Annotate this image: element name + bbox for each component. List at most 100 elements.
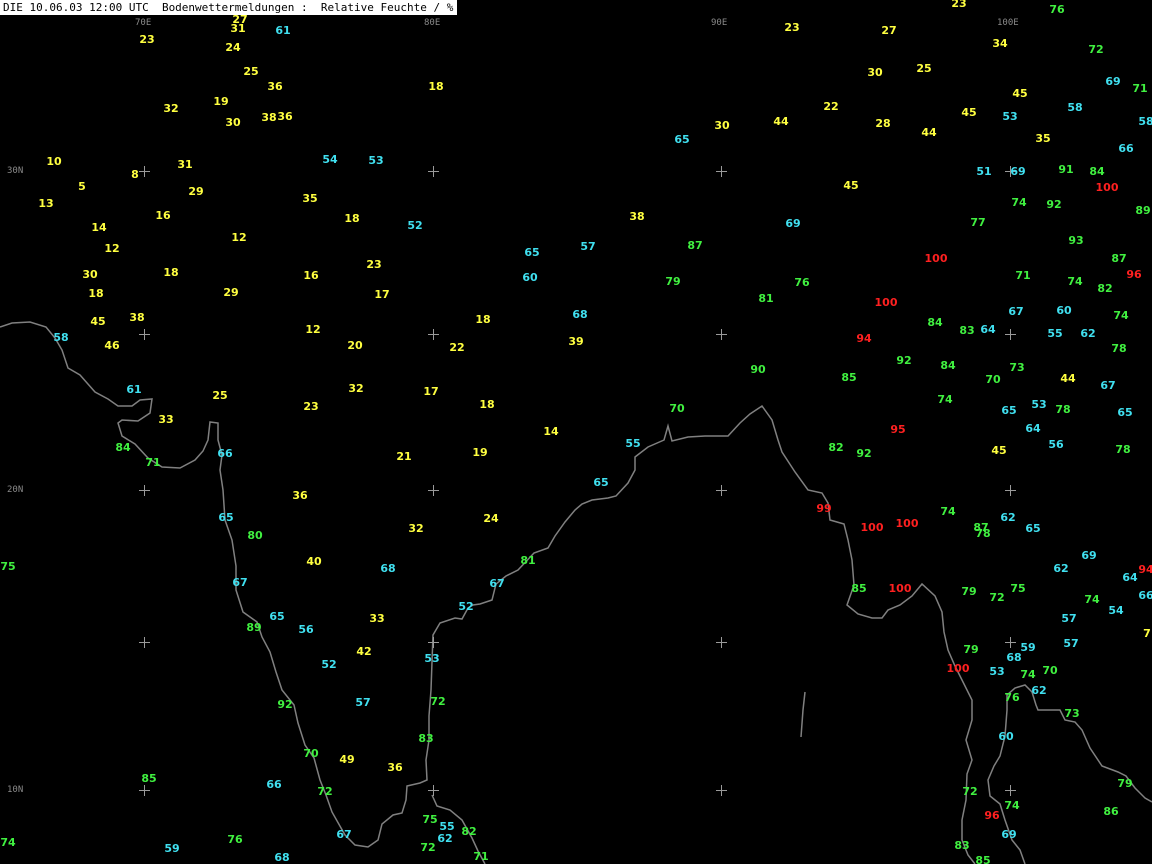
station-humidity-value: 71 — [473, 850, 489, 863]
longitude-label: 80E — [424, 18, 441, 28]
station-humidity-value: 87 — [1111, 252, 1127, 265]
station-humidity-value: 21 — [396, 450, 412, 463]
station-humidity-value: 89 — [1135, 204, 1151, 217]
station-humidity-value: 67 — [1100, 379, 1116, 392]
station-humidity-value: 74 — [1113, 309, 1129, 322]
station-humidity-value: 14 — [543, 425, 559, 438]
station-humidity-value: 18 — [475, 313, 491, 326]
station-humidity-value: 81 — [758, 292, 774, 305]
station-humidity-value: 78 — [1111, 342, 1127, 355]
station-humidity-value: 62 — [1000, 511, 1016, 524]
station-humidity-value: 8 — [131, 168, 139, 181]
station-humidity-value: 100 — [860, 521, 884, 534]
station-humidity-value: 75 — [0, 560, 16, 573]
station-humidity-value: 28 — [875, 117, 891, 130]
station-humidity-value: 68 — [274, 851, 290, 864]
station-humidity-value: 99 — [816, 502, 832, 515]
station-humidity-value: 96 — [984, 809, 1000, 822]
station-humidity-value: 84 — [1089, 165, 1105, 178]
station-humidity-value: 18 — [88, 287, 104, 300]
station-humidity-value: 81 — [520, 554, 536, 567]
station-humidity-value: 85 — [141, 772, 157, 785]
station-humidity-value: 72 — [430, 695, 446, 708]
grid-cross — [716, 637, 727, 648]
station-humidity-value: 29 — [188, 185, 204, 198]
station-humidity-value: 61 — [126, 383, 142, 396]
station-humidity-value: 73 — [1009, 361, 1025, 374]
station-humidity-value: 71 — [1132, 82, 1148, 95]
latitude-label: 10N — [7, 785, 24, 795]
station-humidity-value: 83 — [954, 839, 970, 852]
station-humidity-value: 79 — [665, 275, 681, 288]
station-humidity-value: 30 — [714, 119, 730, 132]
station-humidity-value: 36 — [387, 761, 403, 774]
station-humidity-value: 18 — [428, 80, 444, 93]
station-humidity-value: 25 — [243, 65, 259, 78]
station-humidity-value: 13 — [38, 197, 54, 210]
station-humidity-value: 12 — [305, 323, 321, 336]
station-humidity-value: 92 — [856, 447, 872, 460]
station-humidity-value: 65 — [593, 476, 609, 489]
station-humidity-value: 90 — [750, 363, 766, 376]
station-humidity-value: 10 — [46, 155, 62, 168]
station-humidity-value: 70 — [303, 747, 319, 760]
longitude-label: 100E — [997, 18, 1019, 28]
longitude-label: 70E — [135, 18, 152, 28]
station-humidity-value: 30 — [82, 268, 98, 281]
station-humidity-value: 58 — [53, 331, 69, 344]
station-humidity-value: 75 — [1010, 582, 1026, 595]
station-humidity-value: 89 — [246, 621, 262, 634]
station-humidity-value: 66 — [217, 447, 233, 460]
station-humidity-value: 35 — [1035, 132, 1051, 145]
station-humidity-value: 45 — [90, 315, 106, 328]
station-humidity-value: 17 — [423, 385, 439, 398]
station-humidity-value: 38 — [129, 311, 145, 324]
station-humidity-value: 71 — [145, 456, 161, 469]
station-humidity-value: 53 — [989, 665, 1005, 678]
station-humidity-value: 59 — [1020, 641, 1036, 654]
station-humidity-value: 51 — [976, 165, 992, 178]
grid-cross — [716, 329, 727, 340]
grid-cross — [1005, 637, 1016, 648]
station-humidity-value: 76 — [794, 276, 810, 289]
station-humidity-value: 20 — [347, 339, 363, 352]
station-humidity-value: 70 — [985, 373, 1001, 386]
station-humidity-value: 57 — [1061, 612, 1077, 625]
station-humidity-value: 92 — [1046, 198, 1062, 211]
station-humidity-value: 76 — [227, 833, 243, 846]
station-humidity-value: 18 — [163, 266, 179, 279]
station-humidity-value: 86 — [1103, 805, 1119, 818]
station-humidity-value: 30 — [225, 116, 241, 129]
station-humidity-value: 65 — [218, 511, 234, 524]
station-humidity-value: 25 — [916, 62, 932, 75]
station-humidity-value: 62 — [1053, 562, 1069, 575]
station-humidity-value: 45 — [843, 179, 859, 192]
grid-cross — [1005, 785, 1016, 796]
station-humidity-value: 12 — [231, 231, 247, 244]
station-humidity-value: 46 — [104, 339, 120, 352]
station-humidity-value: 62 — [1080, 327, 1096, 340]
station-humidity-value: 70 — [669, 402, 685, 415]
grid-cross — [139, 485, 150, 496]
station-humidity-value: 44 — [921, 126, 937, 139]
station-humidity-value: 60 — [998, 730, 1014, 743]
station-humidity-value: 24 — [483, 512, 499, 525]
station-humidity-value: 36 — [277, 110, 293, 123]
station-humidity-value: 67 — [232, 576, 248, 589]
station-humidity-value: 57 — [1063, 637, 1079, 650]
station-humidity-value: 85 — [841, 371, 857, 384]
station-humidity-value: 44 — [773, 115, 789, 128]
station-humidity-value: 76 — [1049, 3, 1065, 16]
grid-cross — [428, 785, 439, 796]
station-humidity-value: 78 — [1055, 403, 1071, 416]
station-humidity-value: 83 — [959, 324, 975, 337]
station-humidity-value: 74 — [940, 505, 956, 518]
station-humidity-value: 84 — [115, 441, 131, 454]
station-humidity-value: 52 — [458, 600, 474, 613]
station-humidity-value: 59 — [164, 842, 180, 855]
station-humidity-value: 65 — [1117, 406, 1133, 419]
station-humidity-value: 78 — [975, 527, 991, 540]
station-humidity-value: 18 — [344, 212, 360, 225]
station-humidity-value: 84 — [940, 359, 956, 372]
station-humidity-value: 27 — [232, 13, 248, 26]
